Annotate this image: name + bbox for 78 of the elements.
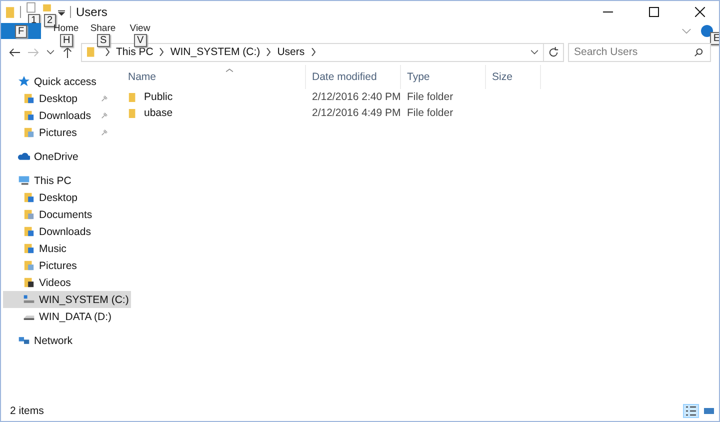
- folder-icon: [23, 127, 35, 138]
- nav-item[interactable]: OneDrive: [3, 148, 78, 165]
- nav-item[interactable]: Downloads: [3, 223, 112, 240]
- nav-item[interactable]: WIN_SYSTEM (C:): [3, 291, 131, 308]
- network-icon: [18, 335, 30, 346]
- nav-item[interactable]: Quick access: [3, 73, 96, 90]
- help-icon[interactable]: [701, 25, 713, 37]
- image-icon: [703, 406, 715, 416]
- file-name[interactable]: Public: [144, 91, 173, 103]
- column-header[interactable]: Name: [128, 65, 306, 89]
- keytip: V: [134, 34, 147, 47]
- table-cell: 2/12/2016 4:49 PM: [312, 107, 401, 119]
- pin-icon[interactable]: [101, 129, 108, 136]
- ribbon-tab[interactable]: Share: [88, 23, 118, 34]
- search-icon: [694, 48, 703, 56]
- nav-item[interactable]: Videos: [3, 274, 112, 291]
- breadcrumb[interactable]: WIN_SYSTEM (C:): [170, 46, 260, 58]
- nav-item[interactable]: Pictures: [3, 124, 112, 141]
- dropdown-icon[interactable]: [531, 50, 538, 54]
- sort-icon: [226, 68, 233, 72]
- search-field[interactable]: Search Users: [568, 42, 711, 62]
- ribbon-tab[interactable]: View: [125, 23, 155, 34]
- folder-icon: [23, 93, 35, 104]
- column-header[interactable]: Date modified: [306, 65, 401, 89]
- nav-item[interactable]: WIN_DATA (D:): [3, 308, 114, 325]
- pin-icon[interactable]: [101, 95, 108, 102]
- breadcrumb[interactable]: Users: [277, 46, 305, 58]
- nav-item[interactable]: Documents: [3, 206, 112, 223]
- nav-item[interactable]: Downloads: [3, 107, 112, 124]
- column-header[interactable]: Type: [401, 65, 486, 89]
- chevron-icon[interactable]: [159, 48, 164, 56]
- nav-item[interactable]: Music: [3, 240, 112, 257]
- close-icon[interactable]: [695, 7, 705, 17]
- back-icon[interactable]: [9, 46, 20, 58]
- chevron-icon[interactable]: [310, 48, 316, 56]
- table-cell: 2/12/2016 2:40 PM: [312, 91, 401, 103]
- star-icon: [18, 76, 30, 87]
- folder-icon: [128, 108, 137, 118]
- computer-icon: [18, 175, 30, 186]
- window-title: Users: [76, 5, 108, 19]
- nav-item[interactable]: This PC: [3, 172, 72, 189]
- maximize-icon[interactable]: [649, 7, 659, 17]
- chevron-icon[interactable]: [266, 48, 272, 56]
- nav-item[interactable]: Network: [3, 332, 73, 349]
- file-tab[interactable]: F: [1, 23, 41, 39]
- folder-icon: [23, 226, 35, 237]
- table-cell: File folder: [407, 91, 454, 103]
- nav-item[interactable]: Desktop: [3, 90, 112, 107]
- table-cell: File folder: [407, 107, 454, 119]
- keytip: S: [97, 34, 110, 47]
- folder-icon: [23, 243, 35, 254]
- column-header[interactable]: Size: [486, 65, 541, 89]
- file-name[interactable]: ubase: [144, 107, 173, 119]
- folder-icon: [23, 110, 35, 121]
- keytip: H: [60, 34, 74, 47]
- folder-icon: [128, 92, 137, 102]
- nav-item[interactable]: Pictures: [3, 257, 112, 274]
- folder-icon: [23, 192, 35, 203]
- breadcrumb[interactable]: This PC: [116, 46, 154, 58]
- folder-icon: [23, 277, 35, 288]
- chevron-icon[interactable]: [105, 48, 110, 56]
- cloud-icon: [18, 151, 30, 162]
- folder-icon: [6, 6, 15, 18]
- dropdown-icon[interactable]: [58, 8, 65, 16]
- up-icon[interactable]: [62, 46, 73, 58]
- nav-item[interactable]: Desktop: [3, 189, 112, 206]
- drive-icon: [23, 294, 35, 305]
- folder-icon: [87, 46, 95, 58]
- item-count: 2 items: [10, 405, 44, 417]
- details-view-button[interactable]: [683, 404, 699, 418]
- folder-icon: [23, 260, 35, 271]
- recent-icon[interactable]: [47, 50, 54, 54]
- keytip: 2: [44, 14, 56, 27]
- pin-icon[interactable]: [101, 112, 108, 119]
- address-bar[interactable]: This PC WIN_SYSTEM (C:) Users: [81, 42, 564, 62]
- folder-icon: [23, 209, 35, 220]
- list-icon: [685, 406, 697, 416]
- refresh-icon[interactable]: [548, 46, 559, 58]
